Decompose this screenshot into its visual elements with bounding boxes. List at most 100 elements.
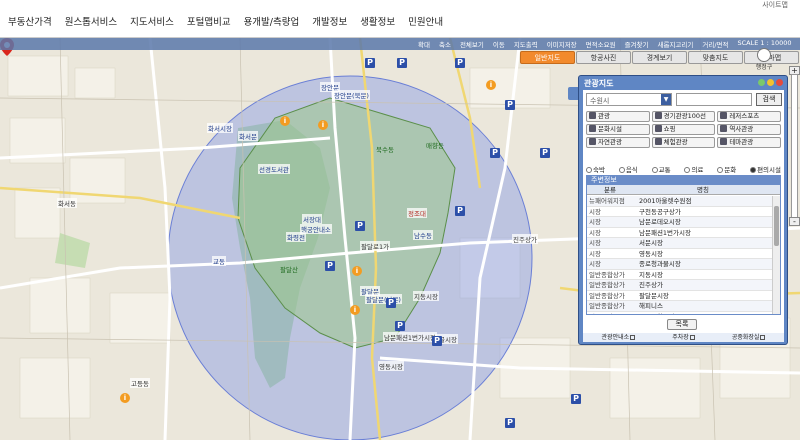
menu-item[interactable]: 민원안내 <box>408 14 443 28</box>
menu-item[interactable]: 포털맵비교 <box>187 14 231 28</box>
parking-icon[interactable]: P <box>355 221 365 231</box>
parking-icon[interactable]: P <box>365 58 375 68</box>
info-icon[interactable]: i <box>120 393 130 403</box>
scroll-thumb[interactable] <box>774 206 779 246</box>
row-category: 시장 <box>589 239 601 247</box>
menu-item[interactable]: 부동산가격 <box>8 14 52 28</box>
zoom-out-tool[interactable]: 축소 <box>439 39 451 49</box>
restore-icon[interactable] <box>767 79 774 86</box>
parking-icon[interactable]: P <box>505 100 515 110</box>
distance-tool[interactable]: 거리/면적 <box>702 39 728 49</box>
category-theme[interactable]: 테마관광 <box>717 137 781 148</box>
category-leisure[interactable]: 레저스포츠 <box>717 111 781 122</box>
menu-item[interactable]: 용개발/측량업 <box>244 14 300 28</box>
parking-icon[interactable]: P <box>397 58 407 68</box>
pan-tool[interactable]: 이동 <box>493 39 505 49</box>
category-tourism[interactable]: 관광 <box>586 111 650 122</box>
save-image-tool[interactable]: 이미지저장 <box>547 39 577 49</box>
row-category: 시장 <box>589 260 601 268</box>
info-icon[interactable]: i <box>352 266 362 276</box>
column-name[interactable]: 명칭 <box>633 185 773 194</box>
info-icon[interactable]: i <box>486 80 496 90</box>
tab-aerial-photo[interactable]: 항공사진 <box>576 51 631 64</box>
menu-item[interactable]: 생활정보 <box>360 14 395 28</box>
tab-boundary[interactable]: 경계보기 <box>632 51 687 64</box>
info-icon[interactable]: i <box>280 116 290 126</box>
panel-toggle-handle[interactable] <box>568 87 578 100</box>
column-category[interactable]: 분류 <box>587 185 633 194</box>
zoom-slider[interactable]: + - <box>789 66 800 226</box>
table-row[interactable]: 시장 종로청과물시장 <box>587 259 773 270</box>
radio-food[interactable]: 음식 <box>618 164 638 174</box>
legend-info-center[interactable]: 관광안내소 <box>602 333 636 342</box>
row-category: 시장 <box>589 228 601 237</box>
radio-lodging[interactable]: 숙박 <box>586 164 605 174</box>
table-row[interactable]: 일반종합상가 지동시장 <box>587 270 773 280</box>
category-nature[interactable]: 자연관광 <box>586 137 650 148</box>
category-culture[interactable]: 문화시설 <box>586 124 650 135</box>
parking-icon[interactable]: P <box>325 261 335 271</box>
zoom-in-tool[interactable]: 확대 <box>418 39 430 49</box>
menu-item[interactable]: 개발정보 <box>312 14 347 28</box>
sports-icon <box>720 112 728 119</box>
info-icon[interactable]: i <box>318 120 328 130</box>
minimize-icon[interactable] <box>758 79 765 86</box>
area-tool[interactable]: 면적소요원 <box>586 39 616 49</box>
table-row[interactable]: 시장 남문패션1번가시장 <box>587 228 773 238</box>
radio-transport[interactable]: 교통 <box>651 164 671 174</box>
parking-icon[interactable]: P <box>505 418 515 428</box>
sitemap-link[interactable]: 사이트맵 <box>762 0 788 10</box>
parking-icon[interactable]: P <box>455 58 465 68</box>
table-row[interactable]: 뉴패어워지점 2001아울렛수원점 <box>587 196 773 207</box>
category-history[interactable]: 역사관광 <box>717 124 781 135</box>
table-row[interactable]: 일반종합상가 진주상가 <box>587 280 773 291</box>
parking-icon[interactable]: P <box>490 148 500 158</box>
parking-icon[interactable]: P <box>455 206 465 216</box>
menu-item[interactable]: 지도서비스 <box>130 14 174 28</box>
info-icon[interactable]: i <box>350 305 360 315</box>
radio-culture[interactable]: 문화 <box>717 164 736 174</box>
table-scrollbar[interactable] <box>772 196 780 314</box>
close-icon[interactable] <box>776 79 783 86</box>
table-row[interactable]: 시장 남문로데오시장 <box>587 217 773 228</box>
checkbox[interactable] <box>630 335 636 340</box>
list-button[interactable]: 목록 <box>667 319 697 330</box>
category-shopping[interactable]: 쇼핑 <box>651 124 716 135</box>
menu-item[interactable]: 원스톱서비스 <box>65 14 117 28</box>
zoom-track[interactable] <box>791 74 798 218</box>
table-row[interactable]: 기록시장못골종합시장 <box>587 312 773 315</box>
parking-icon[interactable]: P <box>540 148 550 158</box>
category-experience[interactable]: 체험관광 <box>651 137 716 148</box>
table-row[interactable]: 시장 영동시장 <box>587 249 773 259</box>
favorites-tool[interactable]: 즐겨찾기 <box>625 39 649 49</box>
search-button[interactable]: 검색 <box>756 93 782 106</box>
panel-header[interactable]: 관광지도 <box>579 76 787 89</box>
region-select[interactable]: 수원시 ▼ <box>586 93 672 106</box>
table-row[interactable]: 일반종합상가 팔달문시장 <box>587 291 773 301</box>
checkbox[interactable] <box>689 335 695 340</box>
full-view-tool[interactable]: 전체보기 <box>460 39 484 49</box>
radio-convenience[interactable]: 편의시설 <box>750 164 781 174</box>
legend-parking[interactable]: 주차장 <box>672 333 695 342</box>
tab-general-map[interactable]: 일반지도 <box>520 51 575 64</box>
search-input[interactable] <box>676 93 752 106</box>
tab-custom-map[interactable]: 맞춤지도 <box>688 51 743 64</box>
parking-icon[interactable]: P <box>386 298 396 308</box>
district-tool[interactable]: 행정구 <box>752 48 776 74</box>
parking-icon[interactable]: P <box>571 394 581 404</box>
category-buttons: 관광 경기관광100선 레저스포츠 문화시설 쇼핑 역사관광 자연관광 체험관광… <box>586 111 781 148</box>
parking-icon[interactable]: P <box>432 336 442 346</box>
radio-medical[interactable]: 의료 <box>684 164 703 174</box>
table-row[interactable]: 일반종합상가 해피니스 <box>587 301 773 312</box>
table-row[interactable]: 시장 구천동공구상가 <box>587 207 773 217</box>
print-tool[interactable]: 지도출력 <box>514 39 538 49</box>
table-row[interactable]: 시장 서문시장 <box>587 238 773 249</box>
draw-tool[interactable]: 새롭지고리기 <box>657 39 693 49</box>
parking-icon[interactable]: P <box>395 321 405 331</box>
culture-icon <box>589 125 596 132</box>
zoom-minus-button[interactable]: - <box>789 217 800 226</box>
category-gyeonggi100[interactable]: 경기관광100선 <box>651 111 716 122</box>
checkbox[interactable] <box>760 335 766 340</box>
row-name: 팔달문시장 <box>639 291 669 300</box>
legend-restroom[interactable]: 공중화장실 <box>732 333 766 342</box>
